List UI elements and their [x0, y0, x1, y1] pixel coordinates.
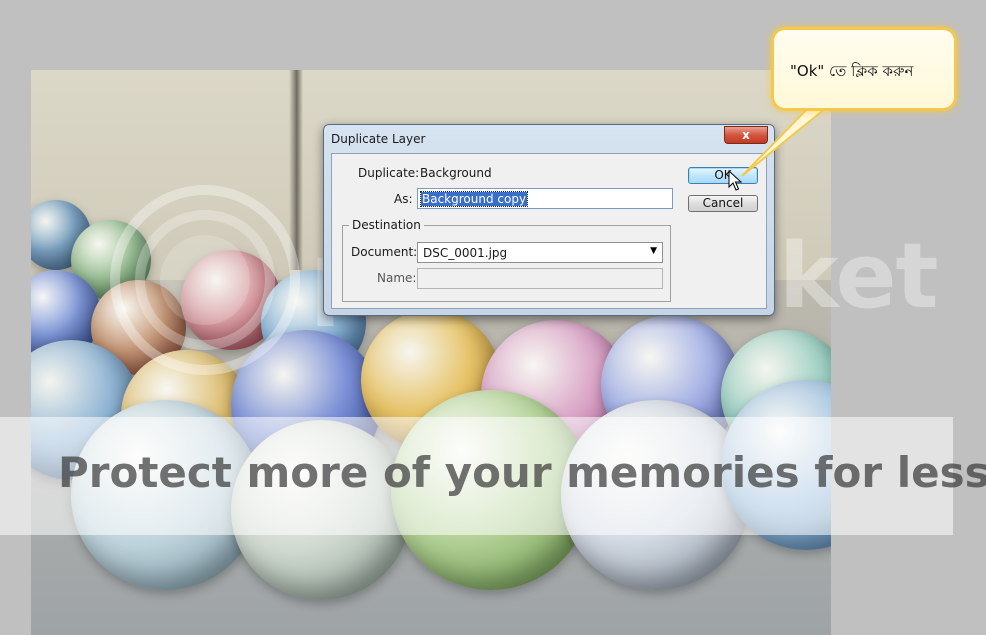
- name-input[interactable]: [417, 268, 663, 289]
- chevron-down-icon: ▼: [650, 246, 657, 256]
- dialog-client-area: Duplicate: Background As: Background cop…: [331, 153, 767, 309]
- duplicate-value: Background: [420, 166, 492, 180]
- document-label: Document:: [351, 245, 418, 259]
- screen: photobucket Protect more of your memorie…: [0, 0, 986, 635]
- watermark-banner-text: Protect more of your memories for less!: [58, 448, 986, 497]
- name-label: Name:: [377, 271, 417, 285]
- instruction-callout: "Ok" তে ক্লিক করুন: [771, 27, 957, 111]
- cancel-button[interactable]: Cancel: [688, 195, 758, 212]
- document-select-value: DSC_0001.jpg: [423, 246, 508, 260]
- callout-text: "Ok" তে ক্লিক করুন: [790, 62, 914, 80]
- duplicate-layer-dialog: Duplicate Layer x Duplicate: Background …: [323, 124, 775, 316]
- close-icon: x: [742, 128, 750, 142]
- watermark-logo-core: [160, 235, 250, 325]
- duplicate-label: Duplicate:: [358, 166, 420, 180]
- destination-group-title: Destination: [349, 218, 424, 232]
- mouse-pointer-icon: [728, 170, 742, 191]
- ok-button[interactable]: OK: [688, 167, 758, 184]
- document-select[interactable]: DSC_0001.jpg ▼: [417, 242, 663, 263]
- as-input-selected-text: Background copy: [419, 191, 529, 207]
- dialog-close-button[interactable]: x: [724, 126, 768, 144]
- as-input[interactable]: Background copy: [417, 188, 673, 209]
- dialog-titlebar[interactable]: Duplicate Layer x: [324, 125, 774, 153]
- destination-group: [342, 225, 671, 302]
- as-label: As:: [394, 192, 413, 206]
- dialog-title: Duplicate Layer: [331, 132, 426, 146]
